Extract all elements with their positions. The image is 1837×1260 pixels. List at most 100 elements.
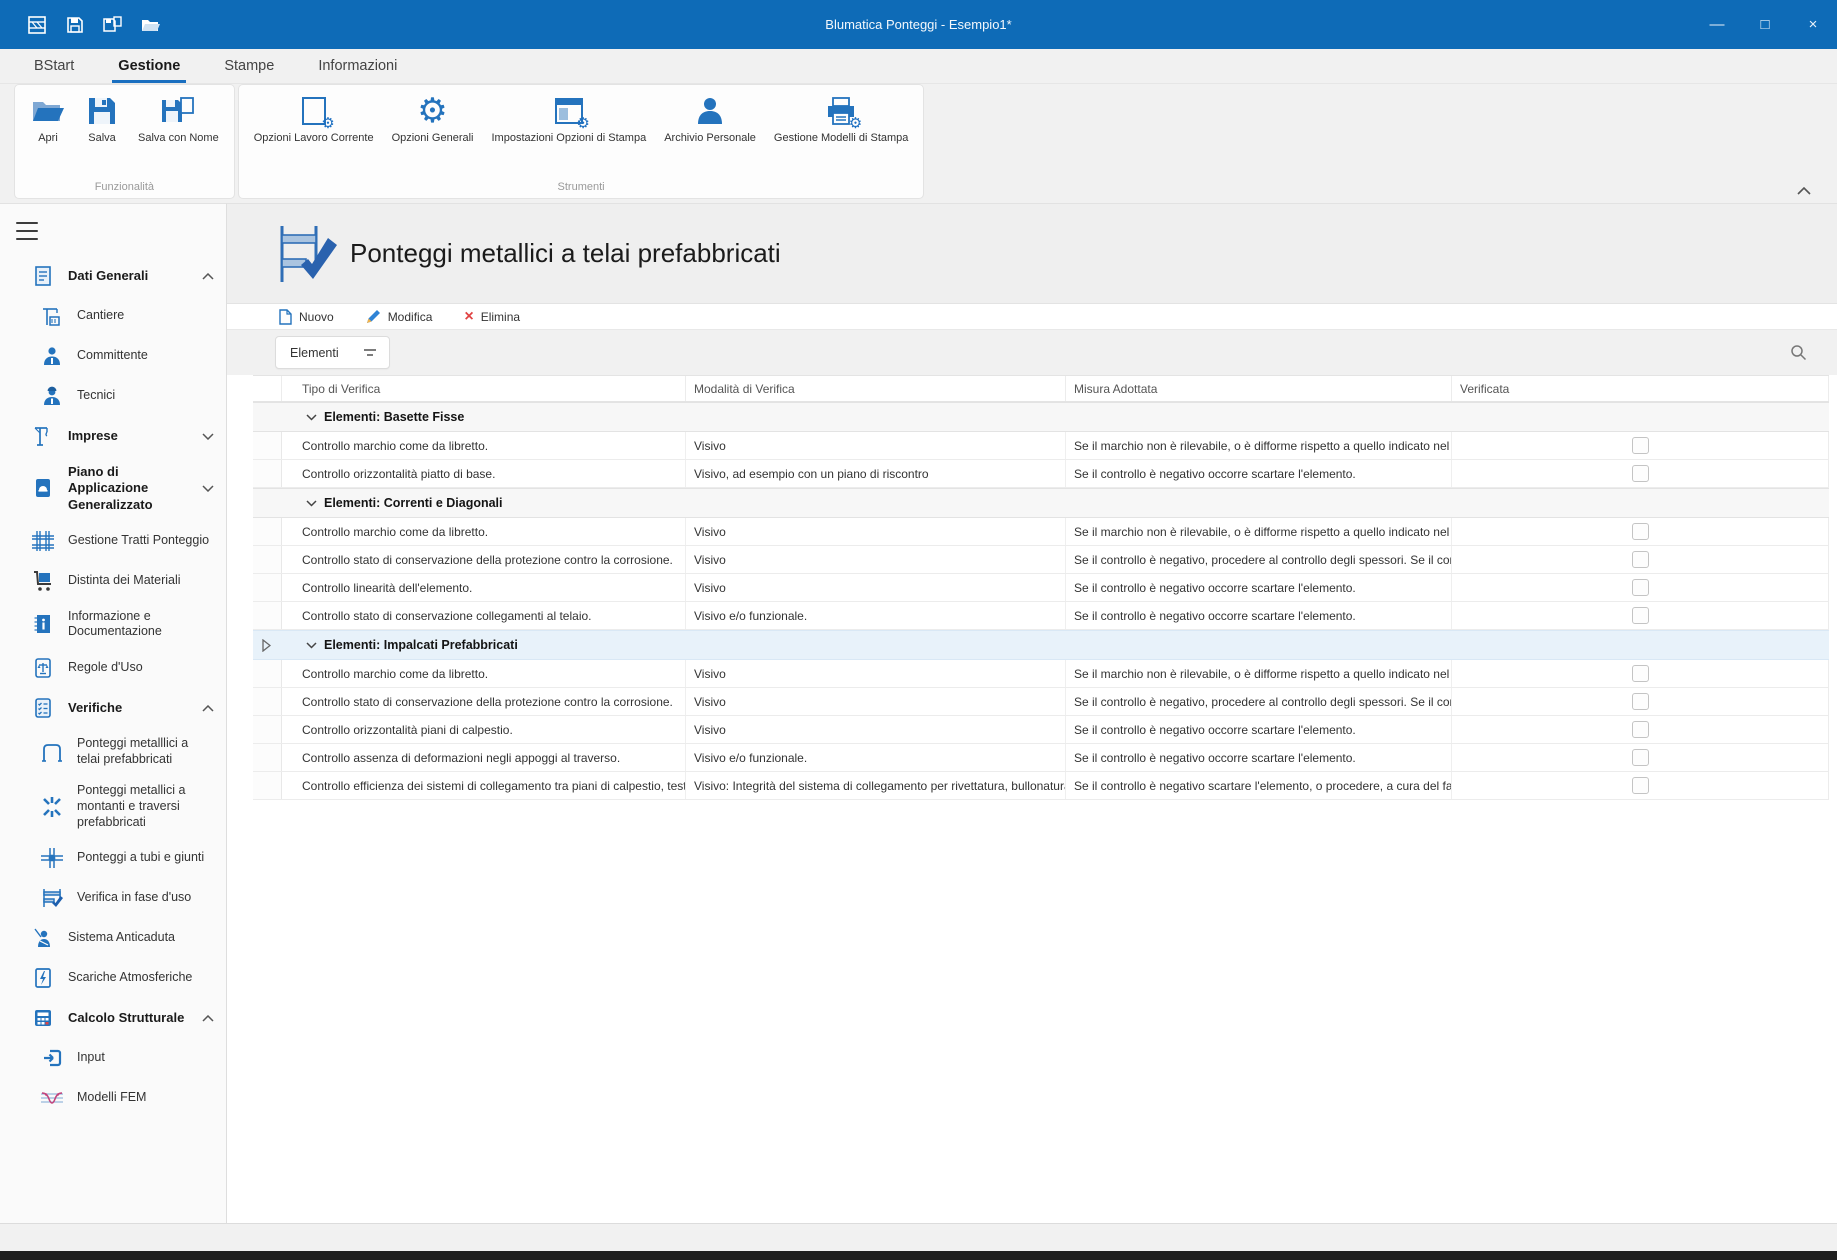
table-group-row-selected[interactable]: Elementi: Impalcati Prefabbricati xyxy=(253,630,1829,660)
floppy-icon xyxy=(84,93,120,129)
content-empty-area xyxy=(227,800,1837,1223)
sidebar-item-distinta-materiali[interactable]: Distinta dei Materiali xyxy=(0,561,226,601)
sidebar-item-calcolo-strutturale[interactable]: Calcolo Strutturale xyxy=(0,998,226,1038)
column-header-modalita[interactable]: Modalità di Verifica xyxy=(686,376,1066,401)
sidebar-item-verifiche[interactable]: Verifiche xyxy=(0,688,226,728)
salva-button[interactable]: Salva xyxy=(75,89,129,178)
gestione-modelli-stampa-button[interactable]: ⚙ Gestione Modelli di Stampa xyxy=(765,89,918,178)
chevron-down-icon[interactable] xyxy=(202,433,214,440)
sidebar-item-ponteggi-montanti[interactable]: Ponteggi metallici a montanti e traversi… xyxy=(0,775,226,838)
table-row[interactable]: Controllo stato di conservazione della p… xyxy=(253,546,1829,574)
sidebar-item-regole-duso[interactable]: Regole d'Uso xyxy=(0,648,226,688)
table-row[interactable]: Controllo stato di conservazione collega… xyxy=(253,602,1829,630)
chevron-up-icon[interactable] xyxy=(202,273,214,280)
opzioni-generali-button[interactable]: ⚙ Opzioni Generali xyxy=(383,89,483,178)
elimina-button[interactable]: × Elimina xyxy=(454,306,530,328)
sidebar-item-input[interactable]: Input xyxy=(0,1038,226,1078)
titlebar: Blumatica Ponteggi - Esempio1* — □ × xyxy=(0,0,1837,49)
verificata-checkbox[interactable] xyxy=(1632,551,1649,568)
table-row[interactable]: Controllo marchio come da libretto. Visi… xyxy=(253,432,1829,460)
verificata-checkbox[interactable] xyxy=(1632,749,1649,766)
sidebar-item-imprese[interactable]: Imprese xyxy=(0,416,226,456)
sidebar-item-ponteggi-tubi-giunti[interactable]: Ponteggi a tubi e giunti xyxy=(0,838,226,878)
opzioni-lavoro-corrente-button[interactable]: ⚙ Opzioni Lavoro Corrente xyxy=(245,89,383,178)
elementi-dropdown[interactable]: Elementi xyxy=(275,336,390,369)
chevron-up-icon[interactable] xyxy=(202,705,214,712)
impostazioni-opzioni-stampa-button[interactable]: ⚙ Impostazioni Opzioni di Stampa xyxy=(483,89,656,178)
minimize-button[interactable]: — xyxy=(1693,0,1741,49)
tab-informazioni[interactable]: Informazioni xyxy=(296,52,419,83)
row-selector[interactable] xyxy=(253,546,282,573)
chevron-down-icon[interactable] xyxy=(202,485,214,492)
verificata-checkbox[interactable] xyxy=(1632,665,1649,682)
save-as-icon[interactable] xyxy=(102,14,124,36)
salva-con-nome-button[interactable]: Salva con Nome xyxy=(129,89,228,178)
sidebar-item-tecnici[interactable]: Tecnici xyxy=(0,376,226,416)
app-logo-icon[interactable] xyxy=(26,14,48,36)
sidebar-item-piano-applicazione[interactable]: Piano di Applicazione Generalizzato xyxy=(0,456,226,521)
table-row[interactable]: Controllo orizzontalità piatto di base. … xyxy=(253,460,1829,488)
row-selector[interactable] xyxy=(253,518,282,545)
maximize-button[interactable]: □ xyxy=(1741,0,1789,49)
modifica-button[interactable]: Modifica xyxy=(356,306,443,327)
table-row[interactable]: Controllo orizzontalità piani di calpest… xyxy=(253,716,1829,744)
archivio-personale-button[interactable]: Archivio Personale xyxy=(655,89,765,178)
close-button[interactable]: × xyxy=(1789,0,1837,49)
row-selector[interactable] xyxy=(253,660,282,687)
chevron-up-icon[interactable] xyxy=(202,1015,214,1022)
table-row[interactable]: Controllo marchio come da libretto. Visi… xyxy=(253,518,1829,546)
table-group-row[interactable]: Elementi: Correnti e Diagonali xyxy=(253,488,1829,518)
pipe-joint-icon xyxy=(40,846,64,870)
column-header-verificata[interactable]: Verificata xyxy=(1452,376,1829,401)
table-row[interactable]: Controllo stato di conservazione della p… xyxy=(253,688,1829,716)
ribbon-collapse-chevron-icon[interactable] xyxy=(1797,187,1811,195)
calculator-icon xyxy=(31,1006,55,1030)
row-selector[interactable] xyxy=(253,432,282,459)
column-header-misura[interactable]: Misura Adottata xyxy=(1066,376,1452,401)
tab-bstart[interactable]: BStart xyxy=(12,52,96,83)
nuovo-button[interactable]: Nuovo xyxy=(269,306,344,328)
verificata-checkbox[interactable] xyxy=(1632,607,1649,624)
sidebar-item-modelli-fem[interactable]: Modelli FEM xyxy=(0,1078,226,1118)
open-folder-icon[interactable] xyxy=(140,14,162,36)
sidebar-item-informazione-documentazione[interactable]: Informazione e Documentazione xyxy=(0,601,226,648)
row-selector[interactable] xyxy=(253,574,282,601)
sidebar-item-sistema-anticaduta[interactable]: Sistema Anticaduta xyxy=(0,918,226,958)
row-selector[interactable] xyxy=(253,716,282,743)
sidebar-item-ponteggi-telai[interactable]: Ponteggi metalllici a telai prefabbricat… xyxy=(0,728,226,775)
table-row[interactable]: Controllo linearità dell'elemento. Visiv… xyxy=(253,574,1829,602)
column-header-tipo[interactable]: Tipo di Verifica xyxy=(282,376,686,401)
gear-icon: ⚙ xyxy=(415,93,451,129)
verificata-checkbox[interactable] xyxy=(1632,465,1649,482)
sidebar-item-scariche-atmosferiche[interactable]: Scariche Atmosferiche xyxy=(0,958,226,998)
verificata-checkbox[interactable] xyxy=(1632,777,1649,794)
table-group-row[interactable]: Elementi: Basette Fisse xyxy=(253,402,1829,432)
tab-stampe[interactable]: Stampe xyxy=(202,52,296,83)
verificata-checkbox[interactable] xyxy=(1632,523,1649,540)
ribbon-group-strumenti: ⚙ Opzioni Lavoro Corrente ⚙ Opzioni Gene… xyxy=(238,84,925,199)
sidebar-item-gestione-tratti[interactable]: Gestione Tratti Ponteggio xyxy=(0,521,226,561)
row-selector[interactable] xyxy=(253,688,282,715)
row-selector[interactable] xyxy=(253,602,282,629)
row-selector[interactable] xyxy=(253,772,282,799)
apri-button[interactable]: Apri xyxy=(21,89,75,178)
save-icon[interactable] xyxy=(64,14,86,36)
search-icon[interactable] xyxy=(1790,344,1807,361)
verificata-checkbox[interactable] xyxy=(1632,579,1649,596)
verificata-checkbox[interactable] xyxy=(1632,693,1649,710)
row-selector[interactable] xyxy=(253,744,282,771)
table-row[interactable]: Controllo marchio come da libretto. Visi… xyxy=(253,660,1829,688)
verificata-checkbox[interactable] xyxy=(1632,721,1649,738)
hamburger-menu-icon[interactable] xyxy=(16,222,38,240)
sidebar-item-dati-generali[interactable]: Dati Generali xyxy=(0,256,226,296)
sidebar-item-verifica-fase-duso[interactable]: Verifica in fase d'uso xyxy=(0,878,226,918)
sidebar-item-cantiere[interactable]: Cantiere xyxy=(0,296,226,336)
printer-gear-icon: ⚙ xyxy=(823,93,859,129)
table-row[interactable]: Controllo efficienza dei sistemi di coll… xyxy=(253,772,1829,800)
table-row[interactable]: Controllo assenza di deformazioni negli … xyxy=(253,744,1829,772)
tab-gestione[interactable]: Gestione xyxy=(96,52,202,83)
verificata-checkbox[interactable] xyxy=(1632,437,1649,454)
sidebar-item-committente[interactable]: Committente xyxy=(0,336,226,376)
pencil-icon xyxy=(366,309,381,324)
row-selector[interactable] xyxy=(253,460,282,487)
